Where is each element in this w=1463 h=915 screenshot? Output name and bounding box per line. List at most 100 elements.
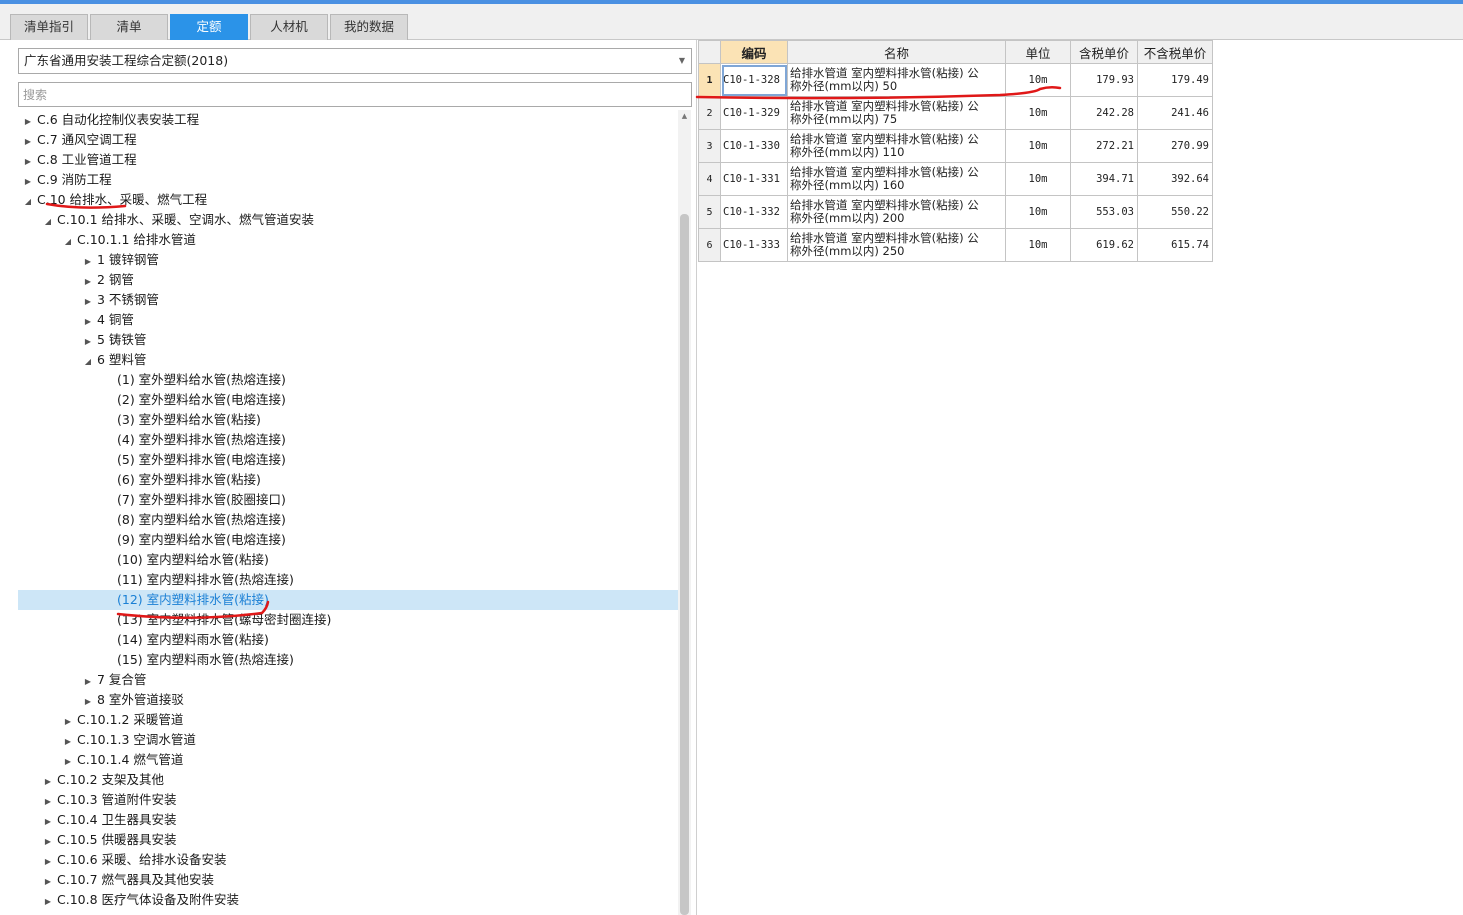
tree-item[interactable]: ▶ C.10.3 管道附件安装 <box>18 790 678 810</box>
tree-item[interactable]: ▶(10) 室内塑料给水管(粘接) <box>18 550 678 570</box>
row-number[interactable]: 1 <box>698 63 721 97</box>
cell-code[interactable]: C10-1-329 <box>720 96 788 130</box>
tree-item[interactable]: ▶ C.10.7 燃气器具及其他安装 <box>18 870 678 890</box>
scroll-up-arrow-icon[interactable]: ▲ <box>678 110 691 122</box>
column-header-price-tax[interactable]: 含税单价 <box>1070 40 1138 64</box>
tree-item[interactable]: ▶ 3 不锈钢管 <box>18 290 678 310</box>
collapsed-triangle-icon[interactable]: ▶ <box>83 672 93 692</box>
row-number[interactable]: 4 <box>698 162 721 196</box>
tree-item[interactable]: ▶ C.10.6 采暖、给排水设备安装 <box>18 850 678 870</box>
column-header-price-notax[interactable]: 不含税单价 <box>1137 40 1213 64</box>
cell-unit[interactable]: 10m <box>1005 195 1071 229</box>
tree-item[interactable]: ▶ C.7 通风空调工程 <box>18 130 678 150</box>
tree-item[interactable]: ◢ 6 塑料管 <box>18 350 678 370</box>
cell-name[interactable]: 给排水管道 室内塑料排水管(粘接) 公称外径(mm以内) 75 <box>787 96 1006 130</box>
tree-item[interactable]: ▶(13) 室内塑料排水管(螺母密封圈连接) <box>18 610 678 630</box>
tree-item[interactable]: ▶(3) 室外塑料给水管(粘接) <box>18 410 678 430</box>
cell-name[interactable]: 给排水管道 室内塑料排水管(粘接) 公称外径(mm以内) 160 <box>787 162 1006 196</box>
cell-unit[interactable]: 10m <box>1005 162 1071 196</box>
tree-item[interactable]: ▶ C.6 自动化控制仪表安装工程 <box>18 110 678 130</box>
quota-library-select[interactable]: 广东省通用安装工程综合定额(2018) ▼ <box>18 48 692 74</box>
tree-item[interactable]: ▶ C.10.1.2 采暖管道 <box>18 710 678 730</box>
cell-code[interactable]: C10-1-330 <box>720 129 788 163</box>
expanded-triangle-icon[interactable]: ◢ <box>63 232 73 252</box>
tree-item[interactable]: ▶(8) 室内塑料给水管(热熔连接) <box>18 510 678 530</box>
cell-price-notax[interactable]: 550.22 <box>1137 195 1213 229</box>
collapsed-triangle-icon[interactable]: ▶ <box>83 252 93 272</box>
tree-item[interactable]: ▶ C.10.4 卫生器具安装 <box>18 810 678 830</box>
row-number[interactable]: 6 <box>698 228 721 262</box>
cell-price-tax[interactable]: 553.03 <box>1070 195 1138 229</box>
table-row[interactable]: 3 C10-1-330 给排水管道 室内塑料排水管(粘接) 公称外径(mm以内) 1… <box>698 129 1213 163</box>
collapsed-triangle-icon[interactable]: ▶ <box>63 732 73 752</box>
cell-price-notax[interactable]: 615.74 <box>1137 228 1213 262</box>
cell-price-tax[interactable]: 619.62 <box>1070 228 1138 262</box>
cell-price-tax[interactable]: 272.21 <box>1070 129 1138 163</box>
collapsed-triangle-icon[interactable]: ▶ <box>83 292 93 312</box>
column-header-code[interactable]: 编码 <box>720 40 788 64</box>
collapsed-triangle-icon[interactable]: ▶ <box>43 772 53 792</box>
table-row[interactable]: 5 C10-1-332 给排水管道 室内塑料排水管(粘接) 公称外径(mm以内) 2… <box>698 195 1213 229</box>
tree-item[interactable]: ▶ 4 铜管 <box>18 310 678 330</box>
tree-item[interactable]: ◢ C.10 给排水、采暖、燃气工程 <box>18 190 678 210</box>
table-row[interactable]: 1 C10-1-328 给排水管道 室内塑料排水管(粘接) 公称外径(mm以内) 5… <box>698 63 1213 97</box>
tree-item[interactable]: ▶ C.10.8 医疗气体设备及附件安装 <box>18 890 678 910</box>
cell-name[interactable]: 给排水管道 室内塑料排水管(粘接) 公称外径(mm以内) 250 <box>787 228 1006 262</box>
cell-price-tax[interactable]: 242.28 <box>1070 96 1138 130</box>
tree-item[interactable]: ▶ 1 镀锌钢管 <box>18 250 678 270</box>
cell-code[interactable]: C10-1-332 <box>720 195 788 229</box>
table-row[interactable]: 2 C10-1-329 给排水管道 室内塑料排水管(粘接) 公称外径(mm以内) 7… <box>698 96 1213 130</box>
expanded-triangle-icon[interactable]: ◢ <box>23 192 33 212</box>
tree-item[interactable]: ▶(4) 室外塑料排水管(热熔连接) <box>18 430 678 450</box>
collapsed-triangle-icon[interactable]: ▶ <box>43 852 53 872</box>
tree-item[interactable]: ▶(11) 室内塑料排水管(热熔连接) <box>18 570 678 590</box>
tree-item[interactable]: ◢ C.10.1 给排水、采暖、空调水、燃气管道安装 <box>18 210 678 230</box>
collapsed-triangle-icon[interactable]: ▶ <box>23 172 33 192</box>
collapsed-triangle-icon[interactable]: ▶ <box>63 712 73 732</box>
row-number[interactable]: 5 <box>698 195 721 229</box>
cell-price-notax[interactable]: 179.49 <box>1137 63 1213 97</box>
cell-code[interactable]: C10-1-331 <box>720 162 788 196</box>
scrollbar-thumb[interactable] <box>680 214 689 915</box>
collapsed-triangle-icon[interactable]: ▶ <box>43 832 53 852</box>
tree-item[interactable]: ▶(5) 室外塑料排水管(电熔连接) <box>18 450 678 470</box>
search-input[interactable] <box>18 82 692 107</box>
expanded-triangle-icon[interactable]: ◢ <box>43 212 53 232</box>
tab-labor-material-machine[interactable]: 人材机 <box>250 14 328 40</box>
tree-item[interactable]: ▶(14) 室内塑料雨水管(粘接) <box>18 630 678 650</box>
tree-item[interactable]: ▶ 2 钢管 <box>18 270 678 290</box>
collapsed-triangle-icon[interactable]: ▶ <box>23 112 33 132</box>
tree-item[interactable]: ▶ C.10.1.4 燃气管道 <box>18 750 678 770</box>
row-number[interactable]: 2 <box>698 96 721 130</box>
tree-item[interactable]: ▶ C.8 工业管道工程 <box>18 150 678 170</box>
collapsed-triangle-icon[interactable]: ▶ <box>43 892 53 912</box>
cell-name[interactable]: 给排水管道 室内塑料排水管(粘接) 公称外径(mm以内) 110 <box>787 129 1006 163</box>
cell-code[interactable]: C10-1-328 <box>720 63 788 97</box>
table-row[interactable]: 4 C10-1-331 给排水管道 室内塑料排水管(粘接) 公称外径(mm以内) 1… <box>698 162 1213 196</box>
tree-item[interactable]: ▶ 7 复合管 <box>18 670 678 690</box>
collapsed-triangle-icon[interactable]: ▶ <box>43 812 53 832</box>
column-header-unit[interactable]: 单位 <box>1005 40 1071 64</box>
collapsed-triangle-icon[interactable]: ▶ <box>83 272 93 292</box>
column-header-name[interactable]: 名称 <box>787 40 1006 64</box>
tree-item[interactable]: ▶(9) 室内塑料给水管(电熔连接) <box>18 530 678 550</box>
tab-list-guide[interactable]: 清单指引 <box>10 14 88 40</box>
tree-item[interactable]: ▶(15) 室内塑料雨水管(热熔连接) <box>18 650 678 670</box>
cell-price-notax[interactable]: 270.99 <box>1137 129 1213 163</box>
collapsed-triangle-icon[interactable]: ▶ <box>83 332 93 352</box>
collapsed-triangle-icon[interactable]: ▶ <box>23 152 33 172</box>
tree-item[interactable]: ▶ 8 室外管道接驳 <box>18 690 678 710</box>
tree-scrollbar[interactable]: ▲ <box>678 110 691 915</box>
collapsed-triangle-icon[interactable]: ▶ <box>83 312 93 332</box>
cell-name[interactable]: 给排水管道 室内塑料排水管(粘接) 公称外径(mm以内) 50 <box>787 63 1006 97</box>
tree-item[interactable]: ▶(6) 室外塑料排水管(粘接) <box>18 470 678 490</box>
cell-price-notax[interactable]: 392.64 <box>1137 162 1213 196</box>
tab-my-data[interactable]: 我的数据 <box>330 14 408 40</box>
cell-unit[interactable]: 10m <box>1005 129 1071 163</box>
collapsed-triangle-icon[interactable]: ▶ <box>23 132 33 152</box>
collapsed-triangle-icon[interactable]: ▶ <box>83 692 93 712</box>
cell-price-tax[interactable]: 179.93 <box>1070 63 1138 97</box>
cell-name[interactable]: 给排水管道 室内塑料排水管(粘接) 公称外径(mm以内) 200 <box>787 195 1006 229</box>
tree-item[interactable]: ▶ C.9 消防工程 <box>18 170 678 190</box>
cell-price-notax[interactable]: 241.46 <box>1137 96 1213 130</box>
